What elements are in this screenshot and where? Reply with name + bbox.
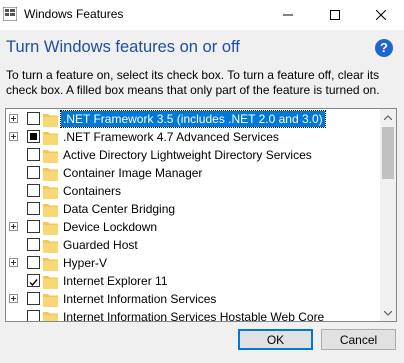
chevron-down-icon: [384, 310, 392, 316]
expand-plus-icon[interactable]: [9, 132, 18, 141]
vertical-scrollbar[interactable]: [380, 109, 396, 321]
feature-label[interactable]: Guarded Host: [61, 237, 140, 253]
feature-label[interactable]: Internet Information Services: [61, 291, 218, 307]
feature-row[interactable]: Data Center Bridging: [6, 200, 378, 218]
close-button[interactable]: [358, 0, 404, 30]
feature-checkbox[interactable]: [27, 166, 40, 179]
feature-checkbox[interactable]: [27, 274, 40, 287]
instructions-text: To turn a feature on, select its check b…: [6, 68, 380, 97]
feature-row[interactable]: Device Lockdown: [6, 218, 378, 236]
title-bar: Windows Features: [0, 0, 404, 30]
feature-checkbox[interactable]: [27, 202, 40, 215]
minimize-button[interactable]: [265, 0, 311, 30]
feature-row[interactable]: Internet Information Services: [6, 290, 378, 308]
maximize-icon: [330, 10, 340, 20]
feature-row[interactable]: Hyper-V: [6, 254, 378, 272]
expand-plus-icon[interactable]: [9, 222, 18, 231]
feature-row[interactable]: Guarded Host: [6, 236, 378, 254]
features-tree[interactable]: .NET Framework 3.5 (includes .NET 2.0 an…: [5, 108, 397, 322]
partial-fill-indicator: [30, 133, 37, 140]
folder-icon: [43, 240, 58, 253]
folder-icon: [43, 132, 58, 145]
folder-icon: [43, 294, 58, 307]
folder-icon: [43, 114, 58, 127]
chevron-up-icon: [384, 114, 392, 120]
feature-checkbox[interactable]: [27, 220, 40, 233]
feature-label[interactable]: Internet Explorer 11: [61, 273, 170, 289]
feature-label[interactable]: Device Lockdown: [61, 219, 159, 235]
folder-icon: [43, 150, 58, 163]
feature-label[interactable]: .NET Framework 3.5 (includes .NET 2.0 an…: [60, 110, 326, 128]
feature-label[interactable]: Data Center Bridging: [61, 201, 177, 217]
expand-plus-icon[interactable]: [9, 114, 18, 123]
feature-checkbox[interactable]: [27, 310, 40, 321]
feature-label[interactable]: Hyper-V: [61, 255, 109, 271]
scroll-down-arrow[interactable]: [380, 305, 396, 321]
feature-row[interactable]: .NET Framework 4.7 Advanced Services: [6, 128, 378, 146]
close-icon: [376, 10, 386, 20]
expand-plus-icon[interactable]: [9, 294, 18, 303]
folder-icon: [43, 186, 58, 199]
checkmark-icon: [29, 279, 38, 287]
feature-checkbox[interactable]: [27, 130, 40, 143]
feature-row[interactable]: Active Directory Lightweight Directory S…: [6, 146, 378, 164]
feature-label[interactable]: Container Image Manager: [61, 165, 204, 181]
expand-plus-icon[interactable]: [9, 258, 18, 267]
help-icon[interactable]: ?: [375, 39, 393, 57]
feature-label[interactable]: Internet Information Services Hostable W…: [61, 309, 326, 321]
cancel-button[interactable]: Cancel: [321, 329, 396, 350]
maximize-button[interactable]: [312, 0, 358, 30]
feature-checkbox[interactable]: [27, 148, 40, 161]
feature-label[interactable]: Containers: [61, 183, 123, 199]
feature-label[interactable]: .NET Framework 4.7 Advanced Services: [61, 129, 281, 145]
page-heading: Turn Windows features on or off: [6, 38, 240, 56]
windows-features-dialog: Windows Features Turn Windows features o…: [0, 0, 404, 363]
feature-checkbox[interactable]: [27, 112, 40, 125]
folder-icon: [43, 168, 58, 181]
folder-icon: [43, 312, 58, 321]
window-title: Windows Features: [24, 7, 124, 21]
feature-label[interactable]: Active Directory Lightweight Directory S…: [61, 147, 314, 163]
folder-icon: [43, 276, 58, 289]
feature-row[interactable]: Containers: [6, 182, 378, 200]
feature-checkbox[interactable]: [27, 184, 40, 197]
folder-icon: [43, 204, 58, 217]
scroll-up-arrow[interactable]: [380, 109, 396, 125]
folder-icon: [43, 258, 58, 271]
scrollbar-thumb[interactable]: [382, 127, 394, 179]
feature-checkbox[interactable]: [27, 238, 40, 251]
minimize-icon: [283, 14, 293, 16]
feature-row[interactable]: .NET Framework 3.5 (includes .NET 2.0 an…: [6, 110, 378, 128]
windows-features-app-icon: [3, 7, 17, 21]
feature-checkbox[interactable]: [27, 292, 40, 305]
ok-button[interactable]: OK: [238, 329, 313, 350]
feature-row[interactable]: Internet Explorer 11: [6, 272, 378, 290]
feature-checkbox[interactable]: [27, 256, 40, 269]
folder-icon: [43, 222, 58, 235]
feature-row[interactable]: Container Image Manager: [6, 164, 378, 182]
feature-row[interactable]: Internet Information Services Hostable W…: [6, 308, 378, 321]
